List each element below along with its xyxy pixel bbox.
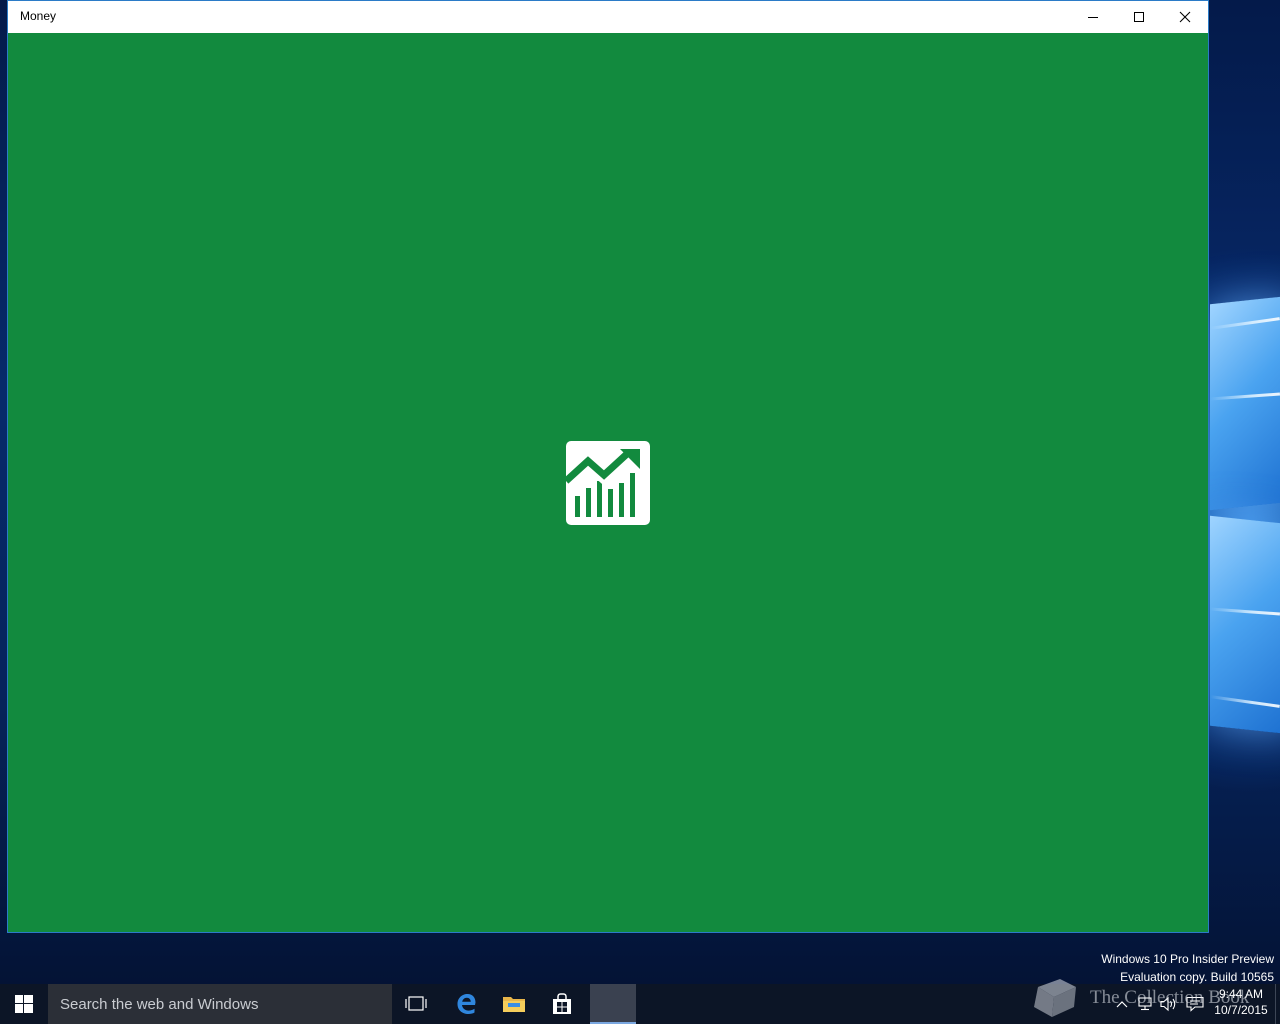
close-button[interactable] (1162, 1, 1208, 33)
collection-book-text: The Collection Book (1090, 987, 1250, 1008)
book-logo-icon (1034, 979, 1076, 1017)
close-icon (1179, 11, 1191, 23)
search-placeholder: Search the web and Windows (60, 995, 259, 1013)
collection-book-watermark: The Collection Book (1030, 974, 1270, 1022)
minimize-icon (1088, 17, 1098, 18)
start-button[interactable] (0, 984, 48, 1024)
money-app-window[interactable]: Money (7, 0, 1209, 933)
show-desktop-button[interactable] (1275, 984, 1280, 1024)
window-title: Money (20, 9, 57, 23)
money-app-taskbar-button[interactable] (590, 984, 636, 1024)
splash-screen (8, 33, 1208, 932)
task-view-icon (405, 996, 427, 1011)
store-bag-icon (553, 993, 571, 1014)
maximize-button[interactable] (1116, 1, 1162, 33)
store-button[interactable] (538, 984, 586, 1024)
edge-browser-button[interactable] (442, 984, 490, 1024)
watermark-edition: Windows 10 Pro Insider Preview (1101, 952, 1274, 966)
file-explorer-button[interactable] (490, 984, 538, 1024)
money-chart-icon (566, 441, 650, 525)
title-bar[interactable]: Money (8, 1, 1208, 33)
maximize-icon (1134, 12, 1144, 22)
search-input[interactable]: Search the web and Windows (48, 984, 392, 1024)
edge-icon (457, 994, 476, 1014)
windows-logo-icon (15, 995, 33, 1013)
minimize-button[interactable] (1070, 1, 1116, 33)
folder-icon (503, 997, 525, 1012)
task-view-button[interactable] (392, 984, 440, 1024)
